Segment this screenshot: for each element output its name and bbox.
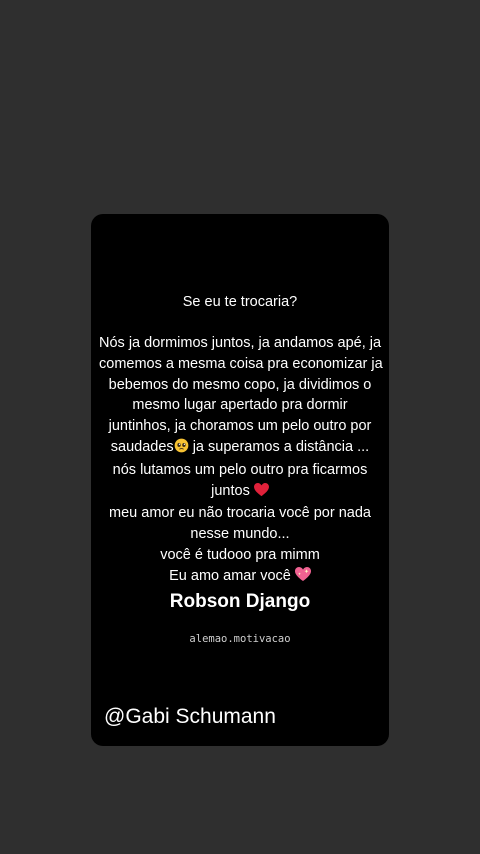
author-name: Robson Django (169, 591, 311, 612)
quote-question: Se eu te trocaria? (182, 294, 298, 310)
sparkling-heart-icon (294, 566, 311, 589)
watermark-username: @Gabi Schumann (104, 705, 276, 728)
quote-line-part: ja superamos a distância ... (188, 438, 370, 455)
pleading-face-icon (174, 438, 189, 460)
quote-line: nós lutamos um pelo outro pra ficarmos (112, 461, 368, 478)
quote-line: bebemos do mesmo copo, ja dividimos o (108, 376, 372, 393)
quote-card: Se eu te trocaria? Nós ja dormimos junto… (91, 214, 389, 746)
quote-line: Nós ja dormimos juntos, ja andamos apé, … (99, 335, 382, 351)
quote-line: nesse mundo... (190, 526, 290, 543)
quote-line: Eu amo amar você (99, 566, 381, 589)
quote-line: você é tudooo pra mimm (160, 546, 320, 563)
quote-line: saudades ja superamos a distância ... (99, 437, 381, 460)
quote-line-part: saudades (110, 438, 174, 455)
quote-body: Nós ja dormimos juntos, ja andamos apé, … (99, 333, 383, 589)
quote-line: meu amor eu não trocaria você por nada (109, 505, 371, 522)
quote-line-part: juntos (211, 482, 254, 499)
quote-line: juntinhos, ja choramos um pelo outro por (108, 418, 372, 435)
source-handle: alemao.motivacao (189, 633, 291, 645)
red-heart-icon (253, 482, 269, 504)
quote-line: mesmo lugar apertado pra dormir (132, 397, 348, 414)
quote-line-part: Eu amo amar você (169, 567, 295, 584)
quote-line: comemos a mesma coisa pra economizar ja (99, 355, 383, 372)
quote-line: juntos (99, 481, 381, 504)
